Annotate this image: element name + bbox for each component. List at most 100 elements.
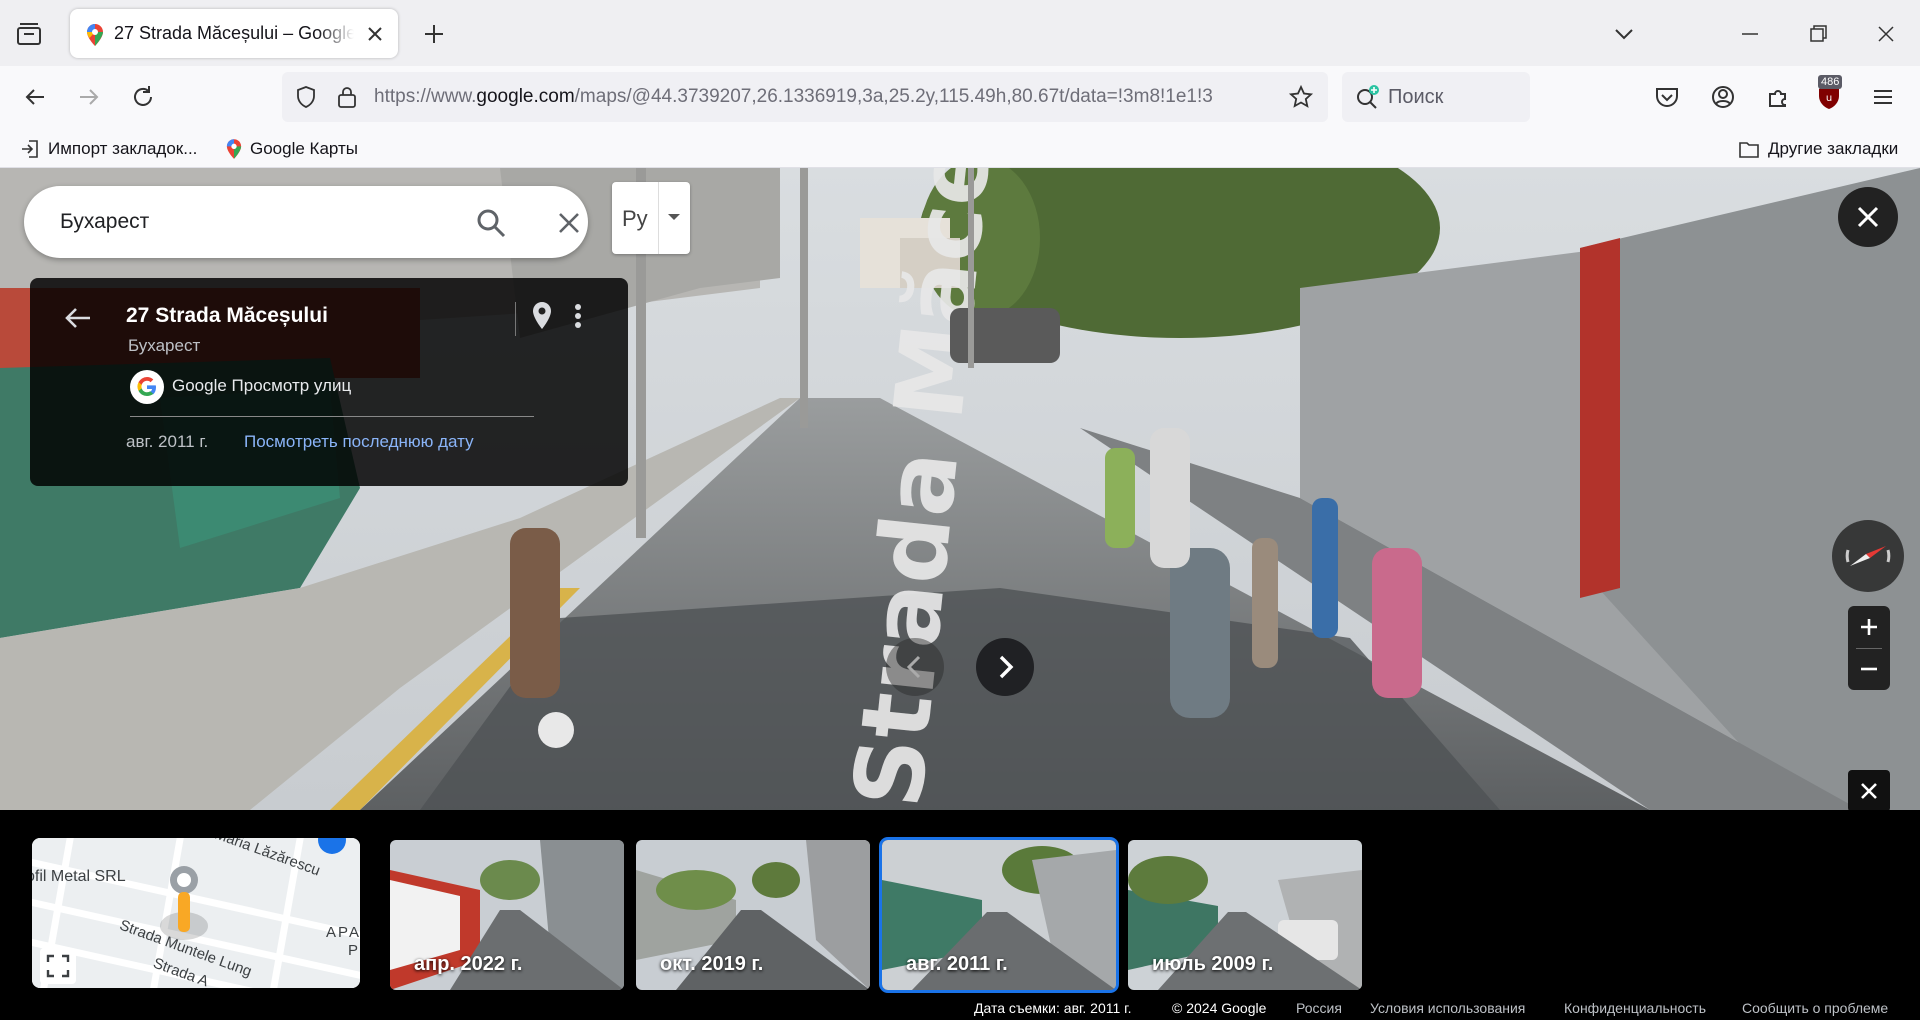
url-path: /maps/@44.3739207,26.1336919,3a,25.2y,11… [574, 86, 1213, 107]
back-arrow-icon[interactable] [60, 300, 96, 336]
minimap[interactable]: ofil Metal SRL Maria Lăzărescu Strada Mu… [32, 838, 360, 988]
bookmark-import[interactable]: Импорт закладок... [20, 136, 197, 162]
previous-panorama-button[interactable] [886, 638, 944, 696]
chevron-left-icon [906, 655, 921, 679]
new-tab-icon[interactable] [420, 20, 448, 48]
tab-list-button[interactable] [14, 20, 46, 48]
see-latest-date-link[interactable]: Посмотреть последнюю дату [244, 432, 474, 452]
account-icon[interactable] [1708, 82, 1738, 112]
window-close-icon[interactable] [1872, 20, 1900, 48]
browser-search-box[interactable]: Поиск [1342, 72, 1530, 122]
tab-title: 27 Strada Măceșului – Google Карты [114, 23, 354, 43]
footer-terms-link[interactable]: Условия использования [1370, 1000, 1525, 1016]
timeline-thumb-2011[interactable]: авг. 2011 г. [882, 840, 1116, 990]
place-info-card: 27 Strada Măceșului Бухарест Google Прос… [30, 278, 628, 486]
timeline-date: окт. 2019 г. [660, 953, 764, 975]
more-options-icon[interactable] [570, 300, 586, 332]
dropdown-arrow-icon[interactable] [668, 214, 680, 220]
maps-footer: Дата съемки: авг. 2011 г. © 2024 Google … [0, 996, 1920, 1020]
close-timeline-button[interactable] [1848, 770, 1890, 812]
minimap-label-1: ofil Metal SRL [32, 868, 126, 885]
search-placeholder: Поиск [1388, 86, 1444, 108]
compass-control[interactable] [1832, 520, 1904, 592]
input-tools-divider [658, 182, 659, 254]
panorama-image: Strada Măceșului [0, 168, 1920, 810]
bookmark-other[interactable]: Другие закладки [1738, 136, 1898, 162]
google-logo-icon [130, 370, 164, 404]
svg-text:u: u [1826, 93, 1832, 104]
maps-search-box[interactable]: Бухарест [24, 186, 588, 258]
compass-icon [1845, 546, 1891, 566]
maps-search-input[interactable]: Бухарест [60, 210, 149, 234]
minimap-label-5: АРА [326, 924, 360, 941]
zoom-in-icon[interactable] [1848, 606, 1890, 648]
timeline-date: июль 2009 г. [1152, 953, 1274, 975]
navigation-bar: https://www.google.com/maps/@44.3739207,… [0, 66, 1920, 128]
shield-icon[interactable] [294, 85, 318, 109]
import-icon [22, 140, 38, 158]
tab-list-icon [17, 23, 41, 45]
timeline-thumb-2009[interactable]: июль 2009 г. [1128, 840, 1362, 990]
tab-bar: 27 Strada Măceșului – Google Карты [0, 0, 1920, 66]
bookmark-import-label: Импорт закладок... [48, 139, 198, 158]
back-arrow-icon[interactable] [20, 82, 50, 112]
chevron-right-icon [999, 655, 1014, 679]
url-text[interactable]: https://www.google.com/maps/@44.3739207,… [374, 86, 1274, 108]
clear-search-icon[interactable] [554, 208, 584, 238]
card-divider [515, 302, 516, 336]
google-maps-pin-icon [87, 24, 103, 46]
location-pin-icon[interactable] [530, 300, 554, 332]
reload-icon[interactable] [128, 82, 158, 112]
address-bar[interactable]: https://www.google.com/maps/@44.3739207,… [282, 72, 1328, 122]
expand-map-button[interactable] [40, 948, 76, 984]
close-street-view-button[interactable] [1838, 187, 1898, 247]
street-view-panorama[interactable]: Strada Măceșului [0, 168, 1920, 810]
forward-arrow-icon[interactable] [74, 82, 104, 112]
next-panorama-button[interactable] [976, 638, 1034, 696]
pocket-icon[interactable] [1652, 82, 1682, 112]
place-address: 27 Strada Măceșului [126, 304, 328, 327]
bookmarks-toolbar: Импорт закладок... Google Карты Другие з… [0, 128, 1920, 168]
close-icon [1861, 783, 1877, 799]
place-city: Бухарест [128, 336, 201, 355]
close-tab-icon[interactable] [364, 23, 386, 45]
input-language-label: Ру [622, 206, 648, 231]
active-tab[interactable]: 27 Strada Măceșului – Google Карты [70, 9, 398, 58]
imagery-source: Google Просмотр улиц [172, 376, 352, 395]
chevron-down-icon[interactable] [1610, 20, 1638, 48]
card-separator [130, 416, 534, 417]
zoom-out-icon[interactable] [1848, 648, 1890, 690]
restore-icon[interactable] [1804, 20, 1832, 48]
footer-capture-date: Дата съемки: авг. 2011 г. [974, 1000, 1132, 1016]
footer-report-link[interactable]: Сообщить о проблеме [1742, 1000, 1888, 1016]
minimize-icon[interactable] [1736, 20, 1764, 48]
timeline-thumb-2022[interactable]: апр. 2022 г. [390, 840, 624, 990]
search-icon [1357, 85, 1379, 109]
extensions-icon[interactable] [1762, 82, 1792, 112]
bookmark-google-maps[interactable]: Google Карты [226, 136, 358, 162]
fullscreen-icon [46, 954, 70, 978]
footer-region-link[interactable]: Россия [1296, 1000, 1342, 1016]
capture-date: авг. 2011 г. [126, 432, 209, 451]
lock-icon[interactable] [336, 85, 358, 109]
timeline-date: авг. 2011 г. [906, 953, 1008, 975]
search-icon[interactable] [474, 206, 508, 240]
footer-privacy-link[interactable]: Конфиденциальность [1564, 1000, 1706, 1016]
extension-badge: 486 [1818, 75, 1843, 89]
close-icon [1857, 206, 1879, 228]
url-prefix: https://www. [374, 86, 477, 107]
bookmark-other-label: Другие закладки [1768, 139, 1899, 158]
timeline-date: апр. 2022 г. [414, 953, 523, 975]
bookmark-star-icon[interactable] [1288, 84, 1314, 110]
minimap-label-6: Р [348, 942, 359, 959]
zoom-control [1848, 606, 1890, 690]
bookmark-google-maps-label: Google Карты [250, 139, 358, 158]
folder-icon [1739, 142, 1759, 158]
browser-window: 27 Strada Măceșului – Google Карты https… [0, 0, 1920, 1020]
url-domain: google.com [476, 86, 575, 107]
input-tools-button[interactable]: Ру [612, 182, 690, 254]
footer-copyright: © 2024 Google [1172, 1000, 1267, 1016]
timeline-thumb-2019[interactable]: окт. 2019 г. [636, 840, 870, 990]
hamburger-menu-icon[interactable] [1868, 82, 1898, 112]
timeline-strip: ofil Metal SRL Maria Lăzărescu Strada Mu… [0, 810, 1920, 1020]
